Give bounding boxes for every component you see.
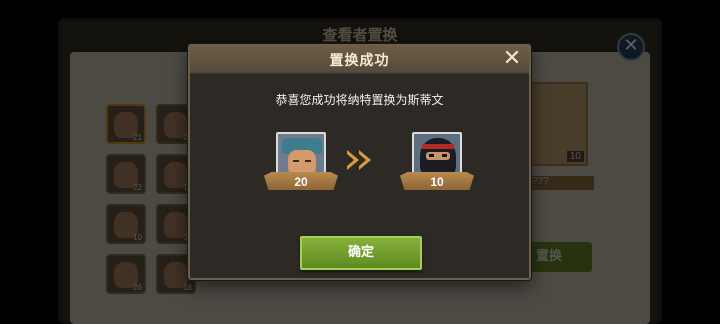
close-x-icon[interactable]: ✕ bbox=[501, 48, 523, 70]
to-hero-card: 10 bbox=[400, 132, 474, 194]
dialog-title: 置换成功 bbox=[329, 53, 390, 69]
double-chevron-right-icon bbox=[345, 150, 377, 170]
from-hero-card: 20 bbox=[264, 132, 338, 194]
from-hero-level: 20 bbox=[294, 175, 308, 189]
to-hero-level: 10 bbox=[430, 175, 444, 189]
success-message: 恭喜您成功将纳特置换为斯蒂文 bbox=[275, 93, 444, 107]
dialog-header: 置换成功 ✕ bbox=[190, 46, 529, 74]
replace-success-dialog: 置换成功 ✕ 恭喜您成功将纳特置换为斯蒂文 20 10 确定 bbox=[188, 44, 531, 280]
confirm-button[interactable]: 确定 bbox=[300, 236, 422, 270]
